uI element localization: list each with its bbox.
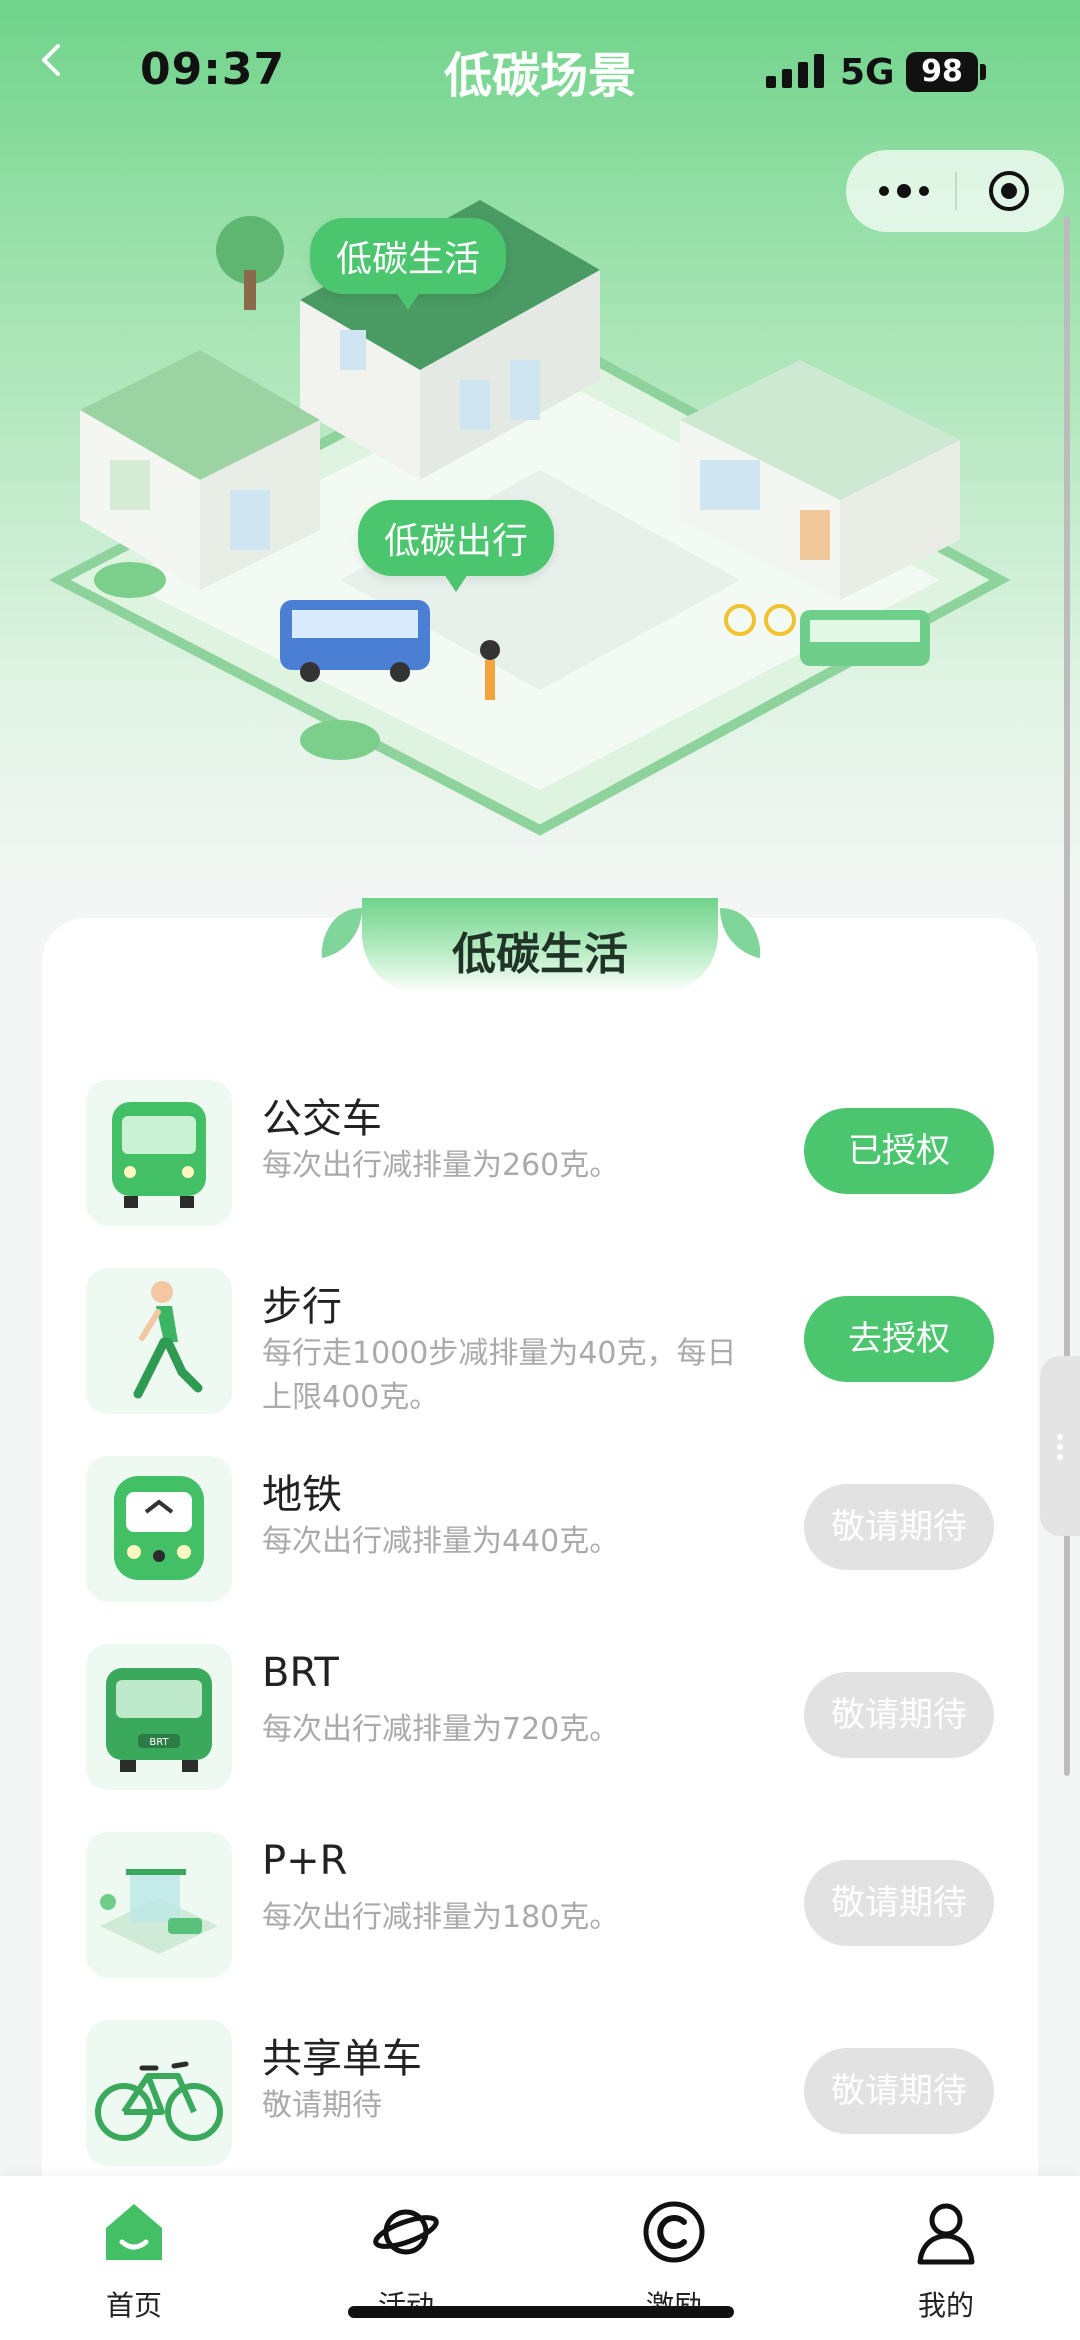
list-item-desc: 敬请期待	[262, 2088, 382, 2123]
brt-bus-icon: BRT	[106, 1668, 212, 1772]
scene-bubble-life[interactable]: 低碳生活	[310, 218, 507, 310]
battery-tip	[980, 64, 986, 80]
list-item-park-and-ride[interactable]: P+R 每次出行减排量为180克。 敬请期待	[86, 1832, 996, 1982]
home-icon	[106, 2204, 162, 2260]
subway-icon	[114, 1476, 204, 1580]
scene-bubble-travel[interactable]: 低碳出行	[358, 500, 555, 592]
hero-banner: 09:37 低碳场景 5G 98 低碳生活 低碳出行	[0, 0, 1080, 900]
list-item-walking[interactable]: 步行 每行走1000步减排量为40克，每日上限400克。 去授权	[86, 1268, 996, 1418]
authorize-button[interactable]: 去授权	[804, 1296, 994, 1382]
list-item-bus[interactable]: 公交车 每次出行减排量为260克。 已授权	[86, 1080, 996, 1230]
list-item-shared-bike[interactable]: 共享单车 敬请期待 敬请期待	[86, 2020, 996, 2170]
list-item-icon-box	[86, 2020, 232, 2166]
tab-home[interactable]: 首页	[34, 2176, 234, 2340]
tab-label: 我的	[917, 2289, 974, 2322]
signal-icon	[766, 54, 824, 88]
home-indicator	[348, 2306, 734, 2318]
leaf-right-icon	[720, 908, 761, 958]
battery-level: 98	[906, 52, 978, 92]
tab-label: 活动	[306, 2284, 506, 2324]
walking-person-icon	[133, 1281, 203, 1399]
leaf-left-icon	[321, 908, 362, 958]
list-item-desc: 每次出行减排量为720克。	[262, 1712, 620, 1747]
park-and-ride-icon	[100, 1869, 218, 1954]
coming-soon-button[interactable]: 敬请期待	[804, 2048, 994, 2134]
section-title: 低碳生活	[452, 929, 628, 980]
list-item-icon-box	[86, 1832, 232, 1978]
tab-label: 首页	[105, 2289, 162, 2322]
list-item-desc: 每次出行减排量为180克。	[262, 1900, 620, 1935]
list-item-title: 步行	[262, 1284, 342, 1330]
list-item-icon-box	[86, 1456, 232, 1602]
list-item-title: 公交车	[262, 1096, 382, 1142]
status-bar: 09:37 低碳场景 5G 98	[0, 0, 1080, 140]
side-drawer-handle[interactable]	[1040, 1356, 1080, 1536]
coming-soon-button[interactable]: 敬请期待	[804, 1484, 994, 1570]
bus-icon	[112, 1102, 206, 1208]
incentive-icon	[643, 2201, 705, 2263]
list-item-icon-box	[86, 1080, 232, 1226]
bicycle-icon	[95, 2061, 223, 2141]
tab-label: 激励	[574, 2284, 774, 2324]
planet-icon	[373, 2209, 439, 2255]
list-item-icon-box	[86, 1268, 232, 1414]
list-item-desc: 每次出行减排量为260克。	[262, 1148, 620, 1183]
list-item-icon-box: BRT	[86, 1644, 232, 1790]
list-item-title: P+R	[262, 1838, 348, 1884]
list-item-subway[interactable]: 地铁 每次出行减排量为440克。 敬请期待	[86, 1456, 996, 1606]
scrollbar[interactable]	[1064, 216, 1070, 1776]
tab-mine[interactable]: 我的	[846, 2176, 1046, 2340]
list-item-title: 地铁	[262, 1472, 342, 1518]
user-icon	[917, 2203, 975, 2265]
list-item-brt[interactable]: BRT BRT 每次出行减排量为720克。 敬请期待	[86, 1644, 996, 1794]
list-item-title: BRT	[262, 1650, 339, 1696]
coming-soon-button[interactable]: 敬请期待	[804, 1860, 994, 1946]
list-item-title: 共享单车	[262, 2036, 422, 2082]
list-item-desc: 每次出行减排量为440克。	[262, 1524, 620, 1559]
svg-text:BRT: BRT	[149, 1737, 169, 1748]
list-item-desc: 每行走1000步减排量为40克，每日上限400克。	[262, 1336, 737, 1415]
coming-soon-button[interactable]: 敬请期待	[804, 1672, 994, 1758]
network-type: 5G	[840, 52, 895, 93]
authorized-button[interactable]: 已授权	[804, 1108, 994, 1194]
